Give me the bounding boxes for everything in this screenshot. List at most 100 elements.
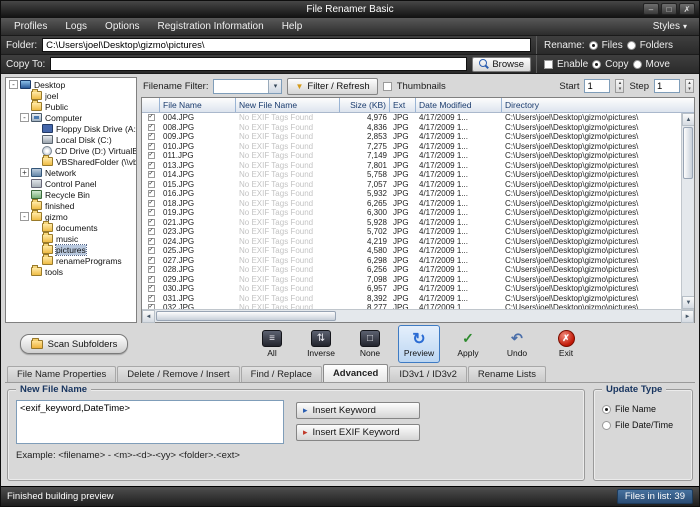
table-row[interactable]: 028.JPGNo EXIF Tags Found6,256JPG4/17/20… xyxy=(142,265,681,275)
tab-rename-lists[interactable]: Rename Lists xyxy=(468,366,546,382)
filter-refresh-button[interactable]: ▼ Filter / Refresh xyxy=(287,78,377,95)
column-header-file-name[interactable]: File Name xyxy=(160,98,236,112)
column-header-directory[interactable]: Directory xyxy=(502,98,694,112)
table-row[interactable]: 030.JPGNo EXIF Tags Found6,957JPG4/17/20… xyxy=(142,284,681,294)
row-checkbox[interactable] xyxy=(148,133,155,140)
table-row[interactable]: 027.JPGNo EXIF Tags Found6,298JPG4/17/20… xyxy=(142,256,681,266)
start-spinner[interactable]: ▴ ▾ xyxy=(615,79,624,93)
row-checkbox[interactable] xyxy=(148,200,155,207)
styles-menu[interactable]: Styles ▾ xyxy=(645,21,695,32)
tree-item-renameprograms[interactable]: renamePrograms xyxy=(6,255,136,266)
none-button[interactable]: □None xyxy=(349,325,391,363)
tree-item-desktop[interactable]: -Desktop xyxy=(6,79,136,90)
exit-button[interactable]: ✗Exit xyxy=(545,325,587,363)
tree-item-vbsharedfolder-vboxsvr[interactable]: VBSharedFolder (\\vboxsvr) ( xyxy=(6,156,136,167)
rename-folders-radio[interactable] xyxy=(627,41,636,50)
tree-expander-icon[interactable]: - xyxy=(20,113,29,122)
step-spinner[interactable]: ▴ ▾ xyxy=(685,79,694,93)
move-radio[interactable] xyxy=(633,60,642,69)
table-row[interactable]: 025.JPGNo EXIF Tags Found4,580JPG4/17/20… xyxy=(142,246,681,256)
vertical-scroll-thumb[interactable] xyxy=(683,127,693,179)
all-button[interactable]: ≡All xyxy=(251,325,293,363)
tree-item-cd-drive-d-virtualbox-guest[interactable]: CD Drive (D:) VirtualBox Guest xyxy=(6,145,136,156)
table-row[interactable]: 018.JPGNo EXIF Tags Found6,265JPG4/17/20… xyxy=(142,199,681,209)
tree-item-local-disk-c[interactable]: Local Disk (C:) xyxy=(6,134,136,145)
column-header-size-kb[interactable]: Size (KB) xyxy=(340,98,390,112)
tree-item-floppy-disk-drive-a[interactable]: Floppy Disk Drive (A:) xyxy=(6,123,136,134)
menu-item-profiles[interactable]: Profiles xyxy=(5,18,56,35)
table-row[interactable]: 015.JPGNo EXIF Tags Found7,057JPG4/17/20… xyxy=(142,180,681,190)
row-checkbox[interactable] xyxy=(148,285,155,292)
tree-item-finished[interactable]: finished xyxy=(6,200,136,211)
tree-expander-icon[interactable]: - xyxy=(9,80,18,89)
step-input[interactable] xyxy=(654,79,680,93)
tree-item-control-panel[interactable]: Control Panel xyxy=(6,178,136,189)
row-checkbox[interactable] xyxy=(148,114,155,121)
apply-button[interactable]: ✓Apply xyxy=(447,325,489,363)
menu-item-logs[interactable]: Logs xyxy=(56,18,96,35)
tree-item-network[interactable]: +Network xyxy=(6,167,136,178)
tree-item-joel[interactable]: joel xyxy=(6,90,136,101)
tree-item-pictures[interactable]: pictures xyxy=(6,244,136,255)
table-row[interactable]: 021.JPGNo EXIF Tags Found5,928JPG4/17/20… xyxy=(142,218,681,228)
spin-down-icon[interactable]: ▾ xyxy=(616,86,623,92)
table-row[interactable]: 024.JPGNo EXIF Tags Found4,219JPG4/17/20… xyxy=(142,237,681,247)
row-checkbox[interactable] xyxy=(148,238,155,245)
maximize-button[interactable]: □ xyxy=(661,3,677,15)
row-checkbox[interactable] xyxy=(148,304,155,309)
tab-id3v1-id3v2[interactable]: ID3v1 / ID3v2 xyxy=(389,366,467,382)
browse-button[interactable]: Browse xyxy=(472,57,531,72)
filename-filter-input[interactable] xyxy=(214,80,268,93)
row-checkbox[interactable] xyxy=(148,247,155,254)
table-row[interactable]: 032.JPGNo EXIF Tags Found8,277JPG4/17/20… xyxy=(142,303,681,309)
copy-radio[interactable] xyxy=(592,60,601,69)
scroll-left-icon[interactable]: ◄ xyxy=(142,310,155,323)
tree-item-documents[interactable]: documents xyxy=(6,222,136,233)
column-header-ext[interactable]: Ext xyxy=(390,98,416,112)
new-file-name-input[interactable]: <exif_keyword,DateTime> xyxy=(16,400,284,444)
menu-item-options[interactable]: Options xyxy=(96,18,148,35)
table-row[interactable]: 019.JPGNo EXIF Tags Found6,300JPG4/17/20… xyxy=(142,208,681,218)
tab-find-replace[interactable]: Find / Replace xyxy=(241,366,322,382)
table-row[interactable]: 008.JPGNo EXIF Tags Found4,836JPG4/17/20… xyxy=(142,123,681,133)
row-checkbox[interactable] xyxy=(148,162,155,169)
column-header-date-modified[interactable]: Date Modified xyxy=(416,98,502,112)
table-row[interactable]: 004.JPGNo EXIF Tags Found4,976JPG4/17/20… xyxy=(142,113,681,123)
table-row[interactable]: 016.JPGNo EXIF Tags Found5,932JPG4/17/20… xyxy=(142,189,681,199)
folder-path-input[interactable] xyxy=(42,38,531,52)
row-checkbox[interactable] xyxy=(148,257,155,264)
start-input[interactable] xyxy=(584,79,610,93)
horizontal-scroll-thumb[interactable] xyxy=(156,311,336,321)
row-checkbox[interactable] xyxy=(148,152,155,159)
row-checkbox[interactable] xyxy=(148,171,155,178)
row-checkbox[interactable] xyxy=(148,295,155,302)
row-checkbox[interactable] xyxy=(148,143,155,150)
insert-exif-keyword-button[interactable]: ▸ Insert EXIF Keyword xyxy=(296,424,420,441)
table-row[interactable]: 010.JPGNo EXIF Tags Found7,275JPG4/17/20… xyxy=(142,142,681,152)
row-checkbox[interactable] xyxy=(148,209,155,216)
table-row[interactable]: 029.JPGNo EXIF Tags Found7,098JPG4/17/20… xyxy=(142,275,681,285)
file-datetime-radio[interactable] xyxy=(602,421,611,430)
undo-button[interactable]: ↶Undo xyxy=(496,325,538,363)
tree-expander-icon[interactable]: - xyxy=(20,212,29,221)
column-header-new-file-name[interactable]: New File Name xyxy=(236,98,340,112)
tree-item-tools[interactable]: tools xyxy=(6,266,136,277)
thumbnails-checkbox[interactable] xyxy=(383,82,392,91)
row-checkbox[interactable] xyxy=(148,266,155,273)
tree-expander-icon[interactable]: + xyxy=(20,168,29,177)
tree-item-public[interactable]: Public xyxy=(6,101,136,112)
close-button[interactable]: ✗ xyxy=(679,3,695,15)
copy-to-input[interactable] xyxy=(50,57,467,71)
tab-delete-remove-insert[interactable]: Delete / Remove / Insert xyxy=(117,366,239,382)
row-checkbox[interactable] xyxy=(148,276,155,283)
row-checkbox[interactable] xyxy=(148,228,155,235)
menu-item-help[interactable]: Help xyxy=(273,18,312,35)
menu-item-registration-information[interactable]: Registration Information xyxy=(149,18,273,35)
filename-filter-combo[interactable]: ▾ xyxy=(213,79,282,94)
combo-dropdown-icon[interactable]: ▾ xyxy=(268,80,281,93)
enable-checkbox[interactable] xyxy=(544,60,553,69)
preview-button[interactable]: ↻Preview xyxy=(398,325,440,363)
tree-item-recycle-bin[interactable]: Recycle Bin xyxy=(6,189,136,200)
inverse-button[interactable]: ⇅Inverse xyxy=(300,325,342,363)
title-bar[interactable]: File Renamer Basic – □ ✗ xyxy=(1,1,699,18)
